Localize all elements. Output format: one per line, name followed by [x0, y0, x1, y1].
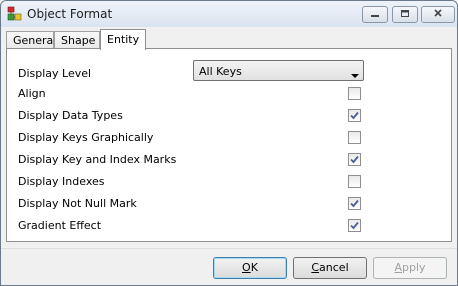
object-format-dialog: Object Format General Shape Entity Displ… — [0, 0, 458, 286]
display-indexes-checkbox[interactable] — [348, 175, 361, 188]
minimize-button[interactable] — [362, 6, 388, 23]
display-data-types-label: Display Data Types — [18, 109, 123, 122]
checkmark-icon — [350, 199, 359, 208]
display-indexes-label: Display Indexes — [18, 175, 105, 188]
tab-general[interactable]: General — [6, 31, 56, 49]
title-bar: Object Format — [1, 1, 457, 27]
ok-label-rest: K — [250, 261, 258, 274]
display-not-null-mark-label: Display Not Null Mark — [18, 197, 137, 210]
display-level-select[interactable]: All Keys — [193, 60, 364, 81]
chevron-down-icon — [351, 69, 359, 82]
align-label: Align — [18, 87, 46, 100]
display-level-label: Display Level — [18, 67, 92, 80]
display-data-types-checkbox[interactable] — [348, 109, 361, 122]
window-title: Object Format — [27, 7, 113, 21]
tab-shape[interactable]: Shape — [54, 31, 100, 49]
maximize-icon — [400, 8, 410, 21]
display-level-value: All Keys — [199, 65, 242, 78]
checkmark-icon — [350, 221, 359, 230]
apply-mnemonic: A — [394, 261, 402, 274]
cancel-button[interactable]: Cancel — [293, 257, 367, 279]
maximize-button[interactable] — [392, 6, 418, 23]
display-not-null-mark-checkbox[interactable] — [348, 197, 361, 210]
checkmark-icon — [350, 155, 359, 164]
apply-label-rest: pply — [402, 261, 426, 274]
display-key-index-marks-label: Display Key and Index Marks — [18, 153, 177, 166]
app-icon — [7, 6, 22, 21]
display-key-index-marks-checkbox[interactable] — [348, 153, 361, 166]
close-icon — [433, 8, 443, 21]
ok-button[interactable]: OK — [213, 257, 287, 279]
cancel-label-rest: ancel — [319, 261, 349, 274]
align-checkbox[interactable] — [348, 87, 361, 100]
gradient-effect-label: Gradient Effect — [18, 219, 102, 232]
minimize-icon — [370, 8, 380, 21]
footer-divider — [1, 248, 457, 249]
apply-button[interactable]: Apply — [373, 257, 447, 279]
close-button[interactable] — [421, 6, 455, 23]
ok-mnemonic: O — [242, 261, 251, 274]
checkmark-icon — [350, 111, 359, 120]
tab-entity[interactable]: Entity — [100, 29, 146, 50]
gradient-effect-checkbox[interactable] — [348, 219, 361, 232]
cancel-mnemonic: C — [311, 261, 320, 274]
display-keys-graphically-checkbox[interactable] — [348, 131, 361, 144]
display-keys-graphically-label: Display Keys Graphically — [18, 131, 154, 144]
